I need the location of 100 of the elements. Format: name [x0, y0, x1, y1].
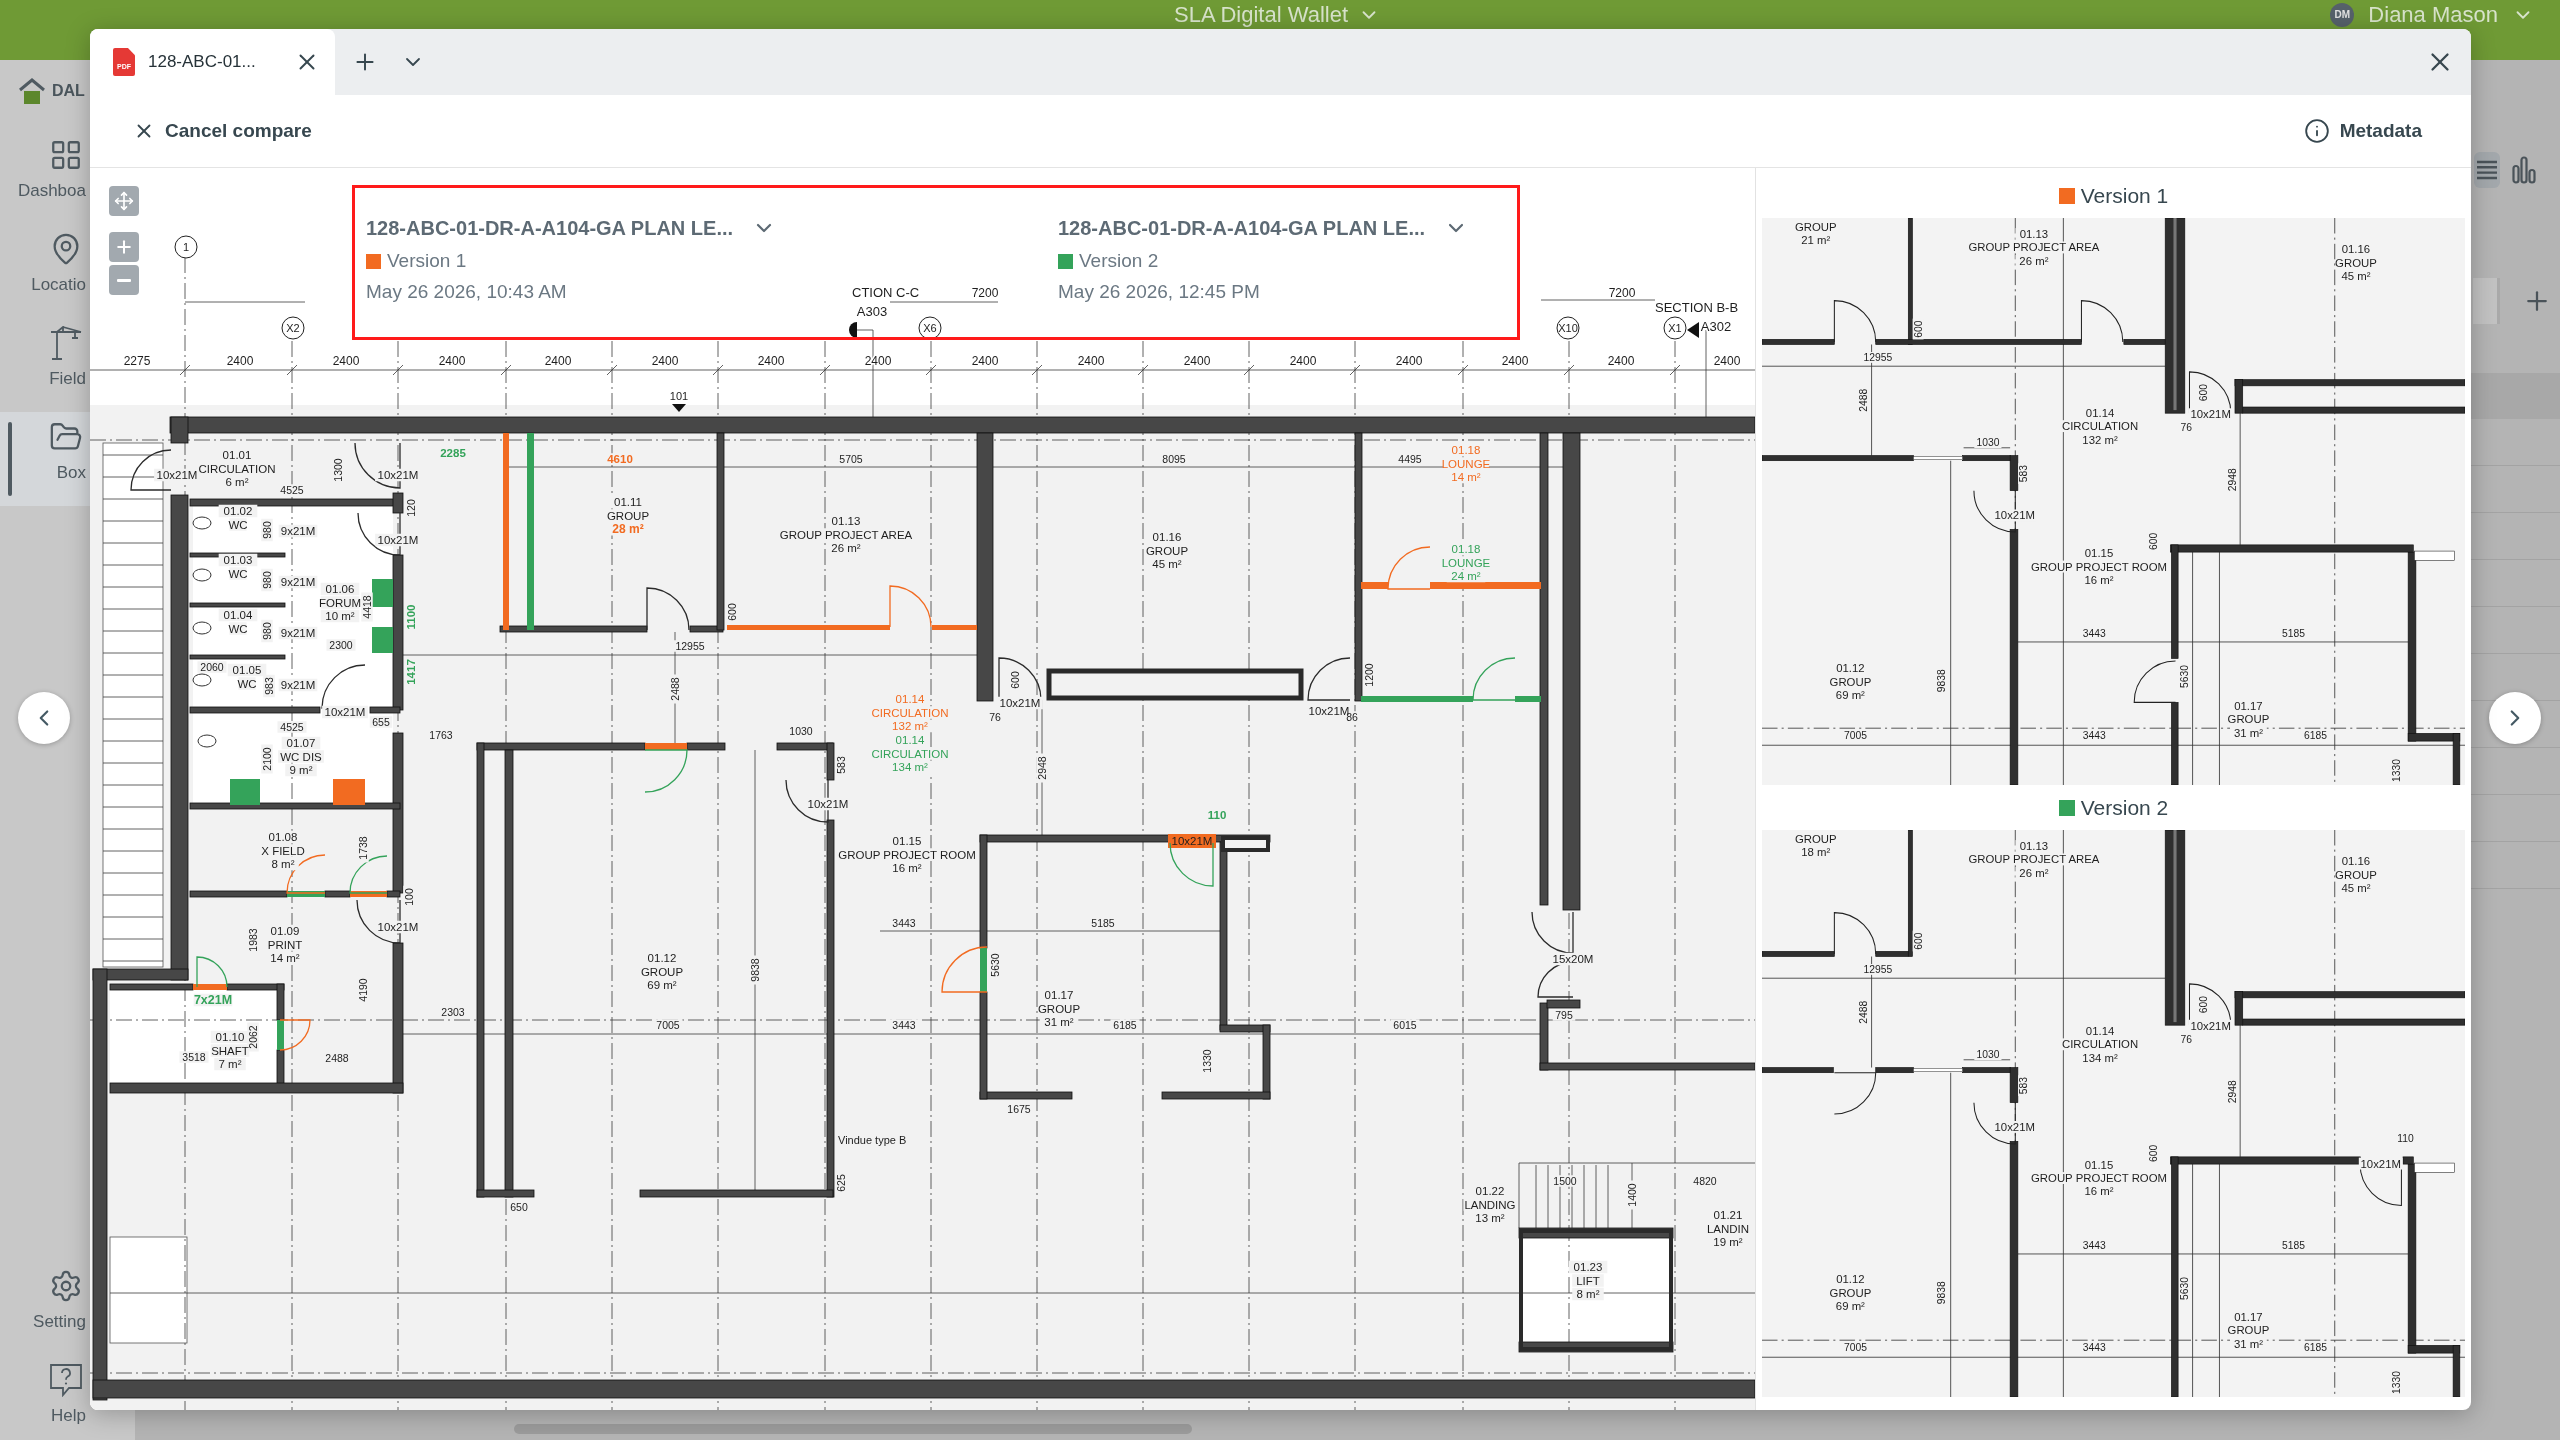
- user-avatar: DM: [2330, 3, 2355, 27]
- door-tag-label: 9x21M: [280, 679, 316, 691]
- horizontal-scrollbar[interactable]: [514, 1424, 1192, 1434]
- dimension-label: 583: [835, 756, 847, 774]
- sidebar-item[interactable]: Field: [0, 318, 90, 412]
- room-label: 01.17 GROUP: [2227, 1310, 2270, 1337]
- room-label: 01.12 GROUP: [1829, 1273, 1872, 1299]
- room-label: 01.18 LOUNGE: [1441, 543, 1491, 569]
- pan-button[interactable]: [109, 186, 139, 216]
- room-label: 01.13 GROUP PROJECT AREA: [1968, 840, 2100, 866]
- room-area-label: 10 m²: [325, 610, 355, 622]
- dimension-label: 5630: [2179, 1277, 2191, 1301]
- dimension-label: 4820: [1693, 1175, 1717, 1187]
- dimension-label: 2100: [261, 747, 273, 771]
- dimension-label: 1763: [429, 729, 453, 741]
- room-area-label: 28 m²: [612, 522, 644, 536]
- sidebar-item[interactable]: Box: [0, 412, 90, 506]
- room-area-label: 16 m²: [2084, 1185, 2114, 1198]
- room-area-label: 134 m²: [892, 761, 928, 773]
- room-label: 01.08 X FIELD: [261, 831, 305, 857]
- dimension-label: 2488: [1857, 1000, 1869, 1024]
- dimension-label: 1200: [1363, 663, 1375, 687]
- dimension-label: 4610: [607, 453, 633, 465]
- dimension-label: 110: [2397, 1132, 2414, 1144]
- dimension-label: 7005: [1844, 729, 1868, 741]
- dimension-label: 583: [2018, 1077, 2030, 1095]
- room-area-label: 26 m²: [831, 542, 861, 554]
- room-label: GROUP: [1794, 220, 1837, 233]
- annotation-label: Vindue type B: [838, 1134, 907, 1146]
- room-label: 01.10 SHAFT: [211, 1031, 249, 1057]
- version-date: May 26 2026, 10:43 AM: [366, 280, 568, 304]
- dimension-label: 2400: [864, 354, 892, 368]
- dimension-label: 2400: [1713, 354, 1741, 368]
- dimension-label: 5630: [989, 953, 1001, 977]
- crane-icon: [49, 326, 83, 360]
- door-tag-label: 10x21M: [324, 706, 366, 718]
- dimension-label: 980: [261, 622, 273, 640]
- dimension-label: 2400: [226, 354, 254, 368]
- metadata-button[interactable]: Metadata: [2303, 118, 2422, 144]
- room-label: 01.11 GROUP: [606, 496, 650, 522]
- room-label: 01.13 GROUP PROJECT AREA: [1968, 228, 2100, 254]
- zoom-in-button[interactable]: [109, 232, 139, 262]
- room-area-label: 69 m²: [647, 979, 677, 991]
- room-area-label: 31 m²: [2233, 726, 2263, 739]
- sidebar-item[interactable]: Setting: [0, 1261, 90, 1355]
- cancel-compare-button[interactable]: Cancel compare: [133, 119, 312, 143]
- zoom-out-button[interactable]: [109, 265, 139, 295]
- user-menu[interactable]: DM Diana Mason: [2330, 3, 2534, 27]
- version-date: May 26 2026, 12:45 PM: [1058, 280, 1261, 304]
- house-logo-icon: [18, 78, 46, 104]
- sidebar-item[interactable]: Help: [0, 1355, 90, 1440]
- sidebar-item[interactable]: Locatio: [0, 224, 90, 318]
- dimension-label: 2488: [669, 677, 681, 701]
- annotation-label: 7200: [971, 286, 999, 300]
- room-area-label: 31 m²: [2233, 1337, 2263, 1350]
- sidebar-item[interactable]: Dashboa: [0, 130, 90, 224]
- preview-version-label: Version 1: [2080, 182, 2169, 209]
- room-label: 01.22 LANDING: [1464, 1185, 1516, 1211]
- room-label: 01.13 GROUP PROJECT AREA: [779, 515, 913, 541]
- dimension-label: 2275: [123, 354, 151, 368]
- dimension-label: 3443: [892, 917, 916, 929]
- list-icon: [2477, 160, 2497, 180]
- dimension-label: 1030: [1976, 1049, 2000, 1061]
- app-title-menu[interactable]: SLA Digital Wallet: [1173, 3, 1380, 27]
- grid-marker-label: X10: [1558, 322, 1578, 334]
- dimension-label: 600: [2147, 532, 2159, 550]
- version-label: Version 1: [387, 249, 467, 273]
- preview-version-label: Version 2: [2080, 794, 2169, 821]
- dimension-label: 120: [405, 499, 417, 517]
- room-area-label: 26 m²: [2019, 866, 2049, 879]
- room-label: 01.01 CIRCULATION: [198, 449, 276, 475]
- list-view-button[interactable]: [2474, 152, 2500, 188]
- dimension-label: 1983: [247, 928, 259, 952]
- room-area-label: 45 m²: [2341, 882, 2371, 895]
- room-area-label: 16 m²: [2084, 574, 2114, 586]
- room-label: 01.23 LIFT: [1573, 1261, 1603, 1287]
- dimension-label: 2488: [1857, 388, 1869, 412]
- dimension-label: 2400: [757, 354, 785, 368]
- door-tag-label: 15x20M: [1552, 953, 1594, 965]
- room-area-label: 7 m²: [218, 1058, 242, 1070]
- dimension-label: 4190: [357, 978, 369, 1002]
- door-tag-label: 10x21M: [1994, 509, 2035, 522]
- dimension-label: 600: [1912, 320, 1924, 338]
- dimension-label: 3443: [2082, 1240, 2106, 1252]
- dimension-label: 1030: [789, 725, 813, 737]
- door-tag-label: 10x21M: [377, 921, 419, 933]
- door-tag-label: 10x21M: [807, 798, 849, 810]
- move-icon: [114, 191, 134, 211]
- dimension-label: 2948: [2226, 1080, 2238, 1104]
- next-arrow-button[interactable]: [2489, 692, 2541, 744]
- room-label: 01.14 CIRCULATION: [2061, 406, 2139, 433]
- room-label: 01.14 CIRCULATION: [871, 734, 949, 760]
- dimension-label: 1738: [357, 836, 369, 860]
- dimension-label: 1330: [2391, 759, 2403, 783]
- dimension-label: 1417: [405, 659, 417, 685]
- dimension-label: 3443: [2082, 729, 2106, 741]
- dimension-label: 6015: [1393, 1019, 1417, 1031]
- dimension-label: 9838: [1936, 669, 1948, 693]
- door-tag-label: 10x21M: [1171, 835, 1213, 847]
- input-field[interactable]: [2473, 278, 2500, 324]
